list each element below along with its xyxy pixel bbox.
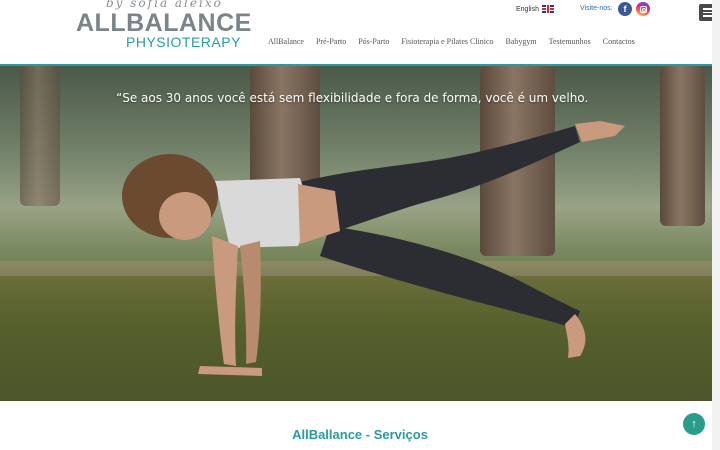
visit-label: Visite-nos: [580,5,613,12]
facebook-icon[interactable]: f [618,2,632,16]
language-switch[interactable]: English [516,5,554,13]
nav-item-allbalance[interactable]: AllBalance [268,37,304,46]
nav-item-fisioterapia-pilates[interactable]: Fisioterapia e Pilates Clinico [401,37,493,46]
hero-photo-woman-plank [122,121,625,376]
uk-flag-icon [541,5,554,13]
nav-item-pre-parto[interactable]: Pré-Parto [316,37,346,46]
site-logo[interactable]: by sofia aleixo ALLBALANCE PHYSIOTERAPY [76,0,251,50]
language-label: English [516,5,539,13]
nav-item-testemunhos[interactable]: Testemunhos [549,37,591,46]
arrow-up-icon[interactable]: ↑ [683,413,705,435]
instagram-icon[interactable] [636,2,650,16]
nav-item-babygym[interactable]: Babygym [506,37,537,46]
hero-banner: “Se aos 30 anos você está sem flexibilid… [0,64,712,401]
services-section-title: AllBallance - Serviços [292,427,428,442]
hero-quote: “Se aos 30 anos você está sem flexibilid… [116,91,589,105]
page-scrollbar[interactable] [712,0,720,450]
nav-item-contactos[interactable]: Contactos [603,37,635,46]
site-header: by sofia aleixo ALLBALANCE PHYSIOTERAPY … [0,0,716,64]
nav-item-pos-parto[interactable]: Pós-Parto [358,37,389,46]
main-nav: AllBalance Pré-Parto Pós-Parto Fisiotera… [268,37,647,46]
logo-subtitle: PHYSIOTERAPY [126,34,241,50]
